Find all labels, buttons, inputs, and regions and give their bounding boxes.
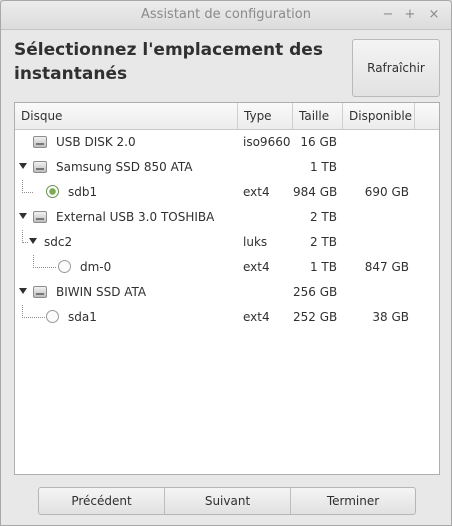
partition-type: ext4 <box>243 310 270 324</box>
partition-free: 847 GB <box>364 260 409 274</box>
column-extra <box>415 103 439 129</box>
column-size[interactable]: Taille <box>293 103 343 129</box>
table-row[interactable]: USB DISK 2.0 iso9660 16 GB <box>15 130 439 155</box>
expander-down-icon[interactable] <box>29 238 37 244</box>
radio-unselected[interactable] <box>58 260 71 273</box>
disk-size: 1 TB <box>309 160 337 174</box>
partition-size: 984 GB <box>293 185 338 199</box>
volume-type: luks <box>243 235 268 249</box>
disk-name: Samsung SSD 850 ATA <box>56 160 193 174</box>
expander-down-icon[interactable] <box>19 163 27 169</box>
table-row[interactable]: sda1 ext4 252 GB 38 GB <box>15 305 439 330</box>
disk-size: 256 GB <box>293 285 338 299</box>
column-disk[interactable]: Disque <box>15 103 238 129</box>
disk-free <box>345 205 409 230</box>
disk-free <box>345 280 409 305</box>
volume-free <box>345 230 409 255</box>
disk-free <box>345 130 409 155</box>
tree-connector <box>22 305 45 318</box>
partition-name: sdb1 <box>68 185 98 199</box>
radio-unselected[interactable] <box>46 310 59 323</box>
title-bar[interactable]: Assistant de configuration − + × <box>1 1 451 30</box>
table-row[interactable]: sdc2 luks 2 TB <box>15 230 439 255</box>
partition-type: ext4 <box>243 260 270 274</box>
refresh-button[interactable]: Rafraîchir <box>352 39 440 97</box>
expander-down-icon[interactable] <box>19 288 27 294</box>
disk-icon <box>33 211 47 223</box>
partition-type: ext4 <box>243 185 270 199</box>
previous-button[interactable]: Précédent <box>39 488 165 514</box>
table-row[interactable]: dm-0 ext4 1 TB 847 GB <box>15 255 439 280</box>
close-icon[interactable]: × <box>425 6 443 24</box>
volume-name: sdc2 <box>44 235 73 249</box>
disk-name: External USB 3.0 TOSHIBA <box>56 210 215 224</box>
maximize-icon[interactable]: + <box>401 6 419 24</box>
tree-connector <box>22 180 33 193</box>
expander-down-icon[interactable] <box>19 213 27 219</box>
partition-free: 38 GB <box>372 310 409 324</box>
column-type[interactable]: Type <box>238 103 293 129</box>
minimize-icon[interactable]: − <box>379 6 397 24</box>
disk-icon <box>33 286 47 298</box>
column-available[interactable]: Disponible <box>343 103 415 129</box>
partition-name: sda1 <box>68 310 97 324</box>
disk-size: 2 TB <box>309 210 337 224</box>
finish-button[interactable]: Terminer <box>291 488 415 514</box>
disk-name: BIWIN SSD ATA <box>56 285 147 299</box>
table-row[interactable]: sdb1 ext4 984 GB 690 GB <box>15 180 439 205</box>
next-button[interactable]: Suivant <box>165 488 291 514</box>
partition-size: 1 TB <box>309 260 337 274</box>
table-row[interactable]: Samsung SSD 850 ATA 1 TB <box>15 155 439 180</box>
tree-connector <box>22 230 28 243</box>
tree-connector <box>33 255 56 268</box>
partition-free: 690 GB <box>364 185 409 199</box>
navigation-buttons: Précédent Suivant Terminer <box>38 487 416 515</box>
page-title: Sélectionnez l'emplacement des instantan… <box>14 40 323 84</box>
disk-table: Disque Type Taille Disponible USB DISK 2… <box>14 102 440 475</box>
volume-size: 2 TB <box>309 235 337 249</box>
partition-name: dm-0 <box>80 260 112 274</box>
disk-name: USB DISK 2.0 <box>56 135 136 149</box>
table-header: Disque Type Taille Disponible <box>15 103 439 130</box>
partition-size: 252 GB <box>293 310 338 324</box>
radio-selected[interactable] <box>46 185 59 198</box>
disk-type: iso9660 <box>243 135 291 149</box>
disk-icon <box>33 161 47 173</box>
dialog-window: Assistant de configuration − + × Sélecti… <box>0 0 452 526</box>
disk-free <box>345 155 409 180</box>
disk-size: 16 GB <box>300 135 337 149</box>
table-row[interactable]: BIWIN SSD ATA 256 GB <box>15 280 439 305</box>
table-row[interactable]: External USB 3.0 TOSHIBA 2 TB <box>15 205 439 230</box>
disk-icon <box>33 136 47 148</box>
